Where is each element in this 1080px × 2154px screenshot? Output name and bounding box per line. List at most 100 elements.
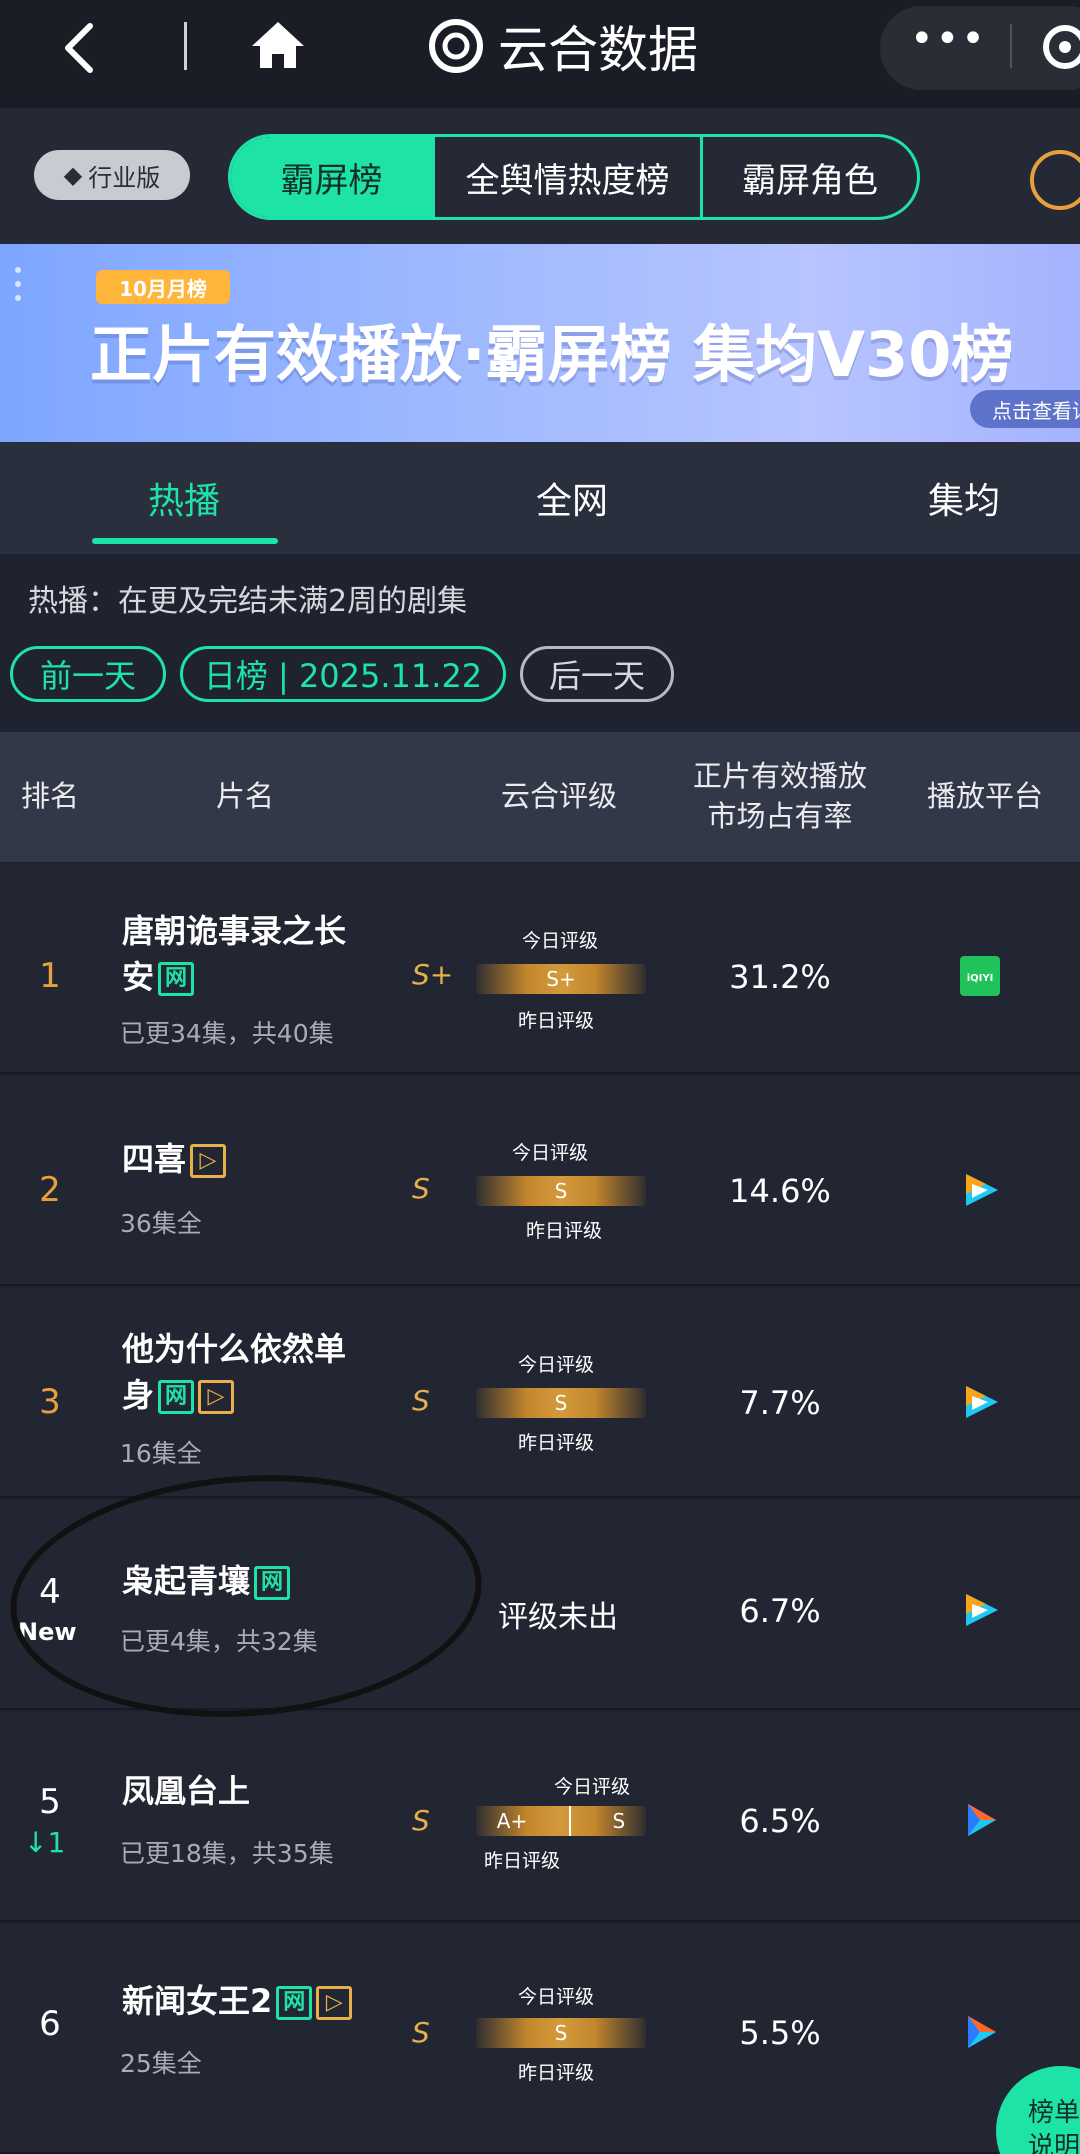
episode-status: 已更4集，共32集 (120, 1627, 318, 1656)
rank-number: 5 (39, 1782, 61, 1822)
episode-status: 已更18集，共35集 (120, 1839, 334, 1868)
chevron-left-icon (65, 23, 93, 73)
today-rating-label: 今日评级 (554, 1776, 631, 1798)
col-platform: 播放平台 (926, 779, 1043, 813)
yunhe-logo-icon (429, 19, 483, 73)
show-title-line1: 新闻女王2 (122, 1982, 273, 2020)
yesterday-rating-label: 昨日评级 (518, 1010, 595, 1032)
show-title-line1: 唐朝诡事录之长 (122, 912, 347, 950)
table-row[interactable]: 3 他为什么依然单身网 ▷ 16集全 S 今日评级 S 昨日评级 7.7% (0, 1288, 1080, 1498)
yesterday-grade-value: A+ (496, 1809, 528, 1833)
float-button-line2: 说明 (1028, 2132, 1080, 2154)
show-title-line2: 安 (122, 958, 155, 996)
web-drama-tag: 网 (158, 1380, 195, 1414)
capsule-divider (1010, 24, 1012, 68)
col-rating: 云合评级 (500, 779, 617, 813)
banner-more-button[interactable]: 点击查看详 (970, 390, 1080, 428)
show-title[interactable]: 新闻女王2 网 ▷ (122, 1978, 402, 2024)
table-row[interactable]: 2 四喜 ▷ 36集全 S 今日评级 S 昨日评级 14.6% (0, 1076, 1080, 1286)
today-rating-label: 今日评级 (512, 1142, 589, 1164)
home-button[interactable] (250, 20, 306, 74)
segment-quanyuqing[interactable]: 全舆情热度榜 (435, 137, 703, 217)
rating-bar: S (476, 1176, 646, 1206)
rank-number: 2 (39, 1170, 61, 1210)
show-title-line2: 身 (122, 1376, 155, 1414)
industry-edition-badge[interactable]: ◆ 行业版 (34, 150, 190, 200)
table-row[interactable]: 5 ↓1 凤凰台上 已更18集，共35集 S 今日评级 A+ S 昨日评级 6.5… (0, 1712, 1080, 1922)
exclusive-tag: ▷ (316, 1986, 353, 2020)
show-title[interactable]: 凤凰台上 (122, 1768, 402, 1814)
iqiyi-icon[interactable]: iQIYI (960, 956, 1000, 996)
close-target-icon[interactable] (1040, 22, 1080, 72)
show-title[interactable]: 枭起青壤网 (122, 1558, 402, 1604)
banner-headline: 正片有效播放·霸屏榜 集均V30榜 (90, 318, 1014, 391)
show-title-line1: 四喜 (122, 1140, 187, 1178)
rank-number: 1 (39, 956, 61, 996)
show-title[interactable]: 他为什么依然单身网 ▷ (122, 1326, 402, 1418)
web-drama-tag: 网 (276, 1986, 313, 2020)
col-share: 正片有效播放 市场占有率 (692, 759, 867, 833)
date-selector[interactable]: 日榜 | 2025.11.22 (180, 646, 506, 702)
episode-status: 已更34集，共40集 (120, 1019, 334, 1048)
show-title[interactable]: 唐朝诡事录之长安网 (122, 908, 402, 1000)
col-rank: 排名 (20, 779, 79, 813)
market-share: 14.6% (729, 1172, 831, 1210)
ranking-type-switch: 霸屏榜 全舆情热度榜 霸屏角色 (228, 134, 920, 220)
show-title-line1: 他为什么依然单 (122, 1330, 347, 1368)
industry-edition-label: 行业版 (88, 163, 161, 192)
tencent-video-icon[interactable] (960, 1170, 1000, 1210)
tab-all-network[interactable]: 全网 (536, 472, 608, 524)
grade-label: S+ (412, 958, 454, 991)
table-row[interactable]: 1 唐朝诡事录之长安网 已更34集，共40集 S+ 今日评级 S+ 昨日评级 3… (0, 864, 1080, 1074)
grade-label: S (412, 1172, 430, 1205)
prev-day-button[interactable]: 前一天 (10, 646, 166, 702)
today-grade-value: S (612, 1809, 626, 1833)
new-badge: New (18, 1618, 77, 1646)
show-title-line1: 枭起青壤 (122, 1562, 251, 1600)
episode-status: 16集全 (120, 1439, 202, 1468)
rating-bar: S+ (476, 964, 646, 994)
more-menu-button[interactable]: ••• (910, 16, 987, 62)
table-row[interactable]: 4 New 枭起青壤网 已更4集，共32集 评级未出 6.7% (0, 1500, 1080, 1710)
back-button[interactable] (60, 18, 100, 90)
tencent-video-icon[interactable] (960, 1382, 1000, 1422)
banner-month-tag: 10月月榜 (96, 270, 230, 304)
market-share: 6.7% (739, 1592, 821, 1630)
today-rating-label: 今日评级 (518, 1986, 595, 2008)
yesterday-rating-label: 昨日评级 (484, 1850, 561, 1872)
segment-bapingjuese[interactable]: 霸屏角色 (703, 137, 917, 217)
grade-label: S (412, 2016, 430, 2049)
table-row[interactable]: 6 新闻女王2 网 ▷ 25集全 S 今日评级 S 昨日评级 5.5% (0, 1924, 1080, 2154)
today-rating-label: 今日评级 (522, 930, 599, 952)
rating-bar: S (476, 2018, 646, 2048)
brand-logo: 云合数据 (428, 14, 698, 79)
tab-per-episode[interactable]: 集均 (928, 472, 1000, 524)
hot-definition-hint: 热播：在更及完结未满2周的剧集 (28, 584, 468, 619)
rank-number: 3 (39, 1382, 61, 1422)
bar-divider (568, 1806, 571, 1836)
tab-hot[interactable]: 热播 (148, 472, 220, 524)
next-day-button[interactable]: 后一天 (520, 646, 674, 702)
youku-icon[interactable] (960, 1800, 1000, 1840)
promo-banner[interactable]: 10月月榜 正片有效播放·霸屏榜 集均V30榜 点击查看详 (0, 244, 1080, 442)
segment-bapingbang[interactable]: 霸屏榜 (231, 137, 435, 217)
episode-status: 36集全 (120, 1209, 202, 1238)
market-share: 31.2% (729, 958, 831, 996)
float-button-line1: 榜单 (1028, 2098, 1080, 2128)
table-header: 排名 片名 云合评级 正片有效播放 市场占有率 播放平台 (0, 732, 1080, 862)
rank-number: 4 (39, 1572, 61, 1612)
tencent-video-icon[interactable] (960, 1590, 1000, 1630)
rating-not-out: 评级未出 (498, 1600, 618, 1635)
nav-divider (184, 22, 187, 70)
active-tab-indicator (92, 538, 278, 544)
grade-label: S (412, 1804, 430, 1837)
exclusive-tag: ▷ (198, 1380, 235, 1414)
youku-icon[interactable] (960, 2012, 1000, 2052)
web-drama-tag: 网 (158, 962, 195, 996)
show-title-line1: 凤凰台上 (122, 1772, 251, 1810)
exclusive-tag: ▷ (190, 1144, 227, 1178)
market-share: 5.5% (739, 2014, 821, 2052)
rating-bar: S (476, 1388, 646, 1418)
grade-label: S (412, 1384, 430, 1417)
show-title[interactable]: 四喜 ▷ (122, 1136, 402, 1182)
